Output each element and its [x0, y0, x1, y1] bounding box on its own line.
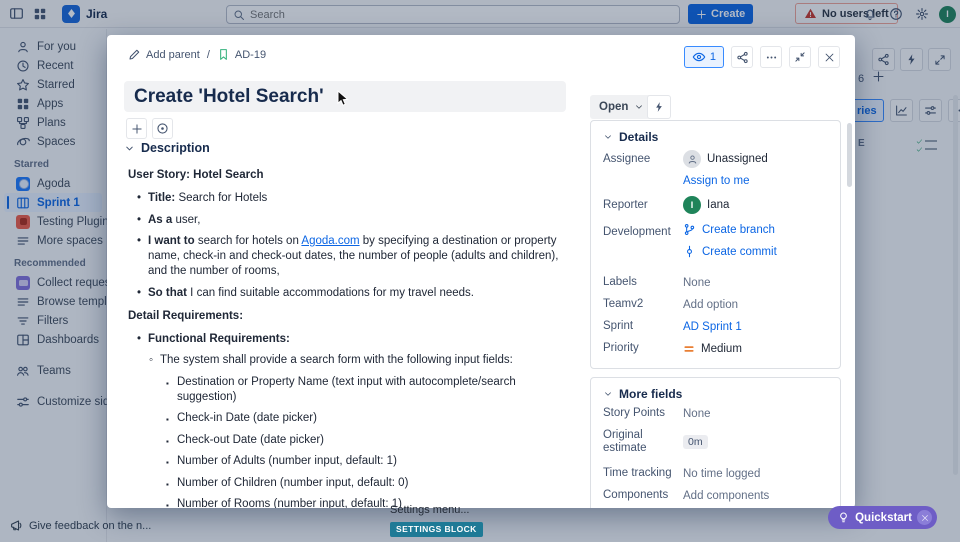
description-line: User Story: Hotel Search — [128, 169, 264, 181]
description-heading: Description — [141, 141, 210, 155]
add-content-button[interactable] — [126, 118, 147, 139]
share-icon — [736, 51, 749, 64]
chevron-down-icon — [124, 143, 135, 154]
components-field: Components Add components — [603, 489, 770, 502]
teamv2-value[interactable]: Add option — [683, 299, 738, 311]
chevron-down-icon — [603, 132, 613, 142]
quickstart-close-button[interactable] — [917, 510, 932, 525]
description-line: I want to search for hotels on Agoda.com… — [128, 234, 570, 279]
description-line: So that I can find suitable accommodatio… — [128, 286, 570, 301]
description-content[interactable]: User Story: Hotel Search Title: Search fo… — [128, 160, 570, 508]
time-tracking-value[interactable]: No time logged — [683, 468, 760, 480]
plus-icon — [131, 123, 143, 135]
jira-app: Jira Create No users left I For youRecen… — [0, 0, 960, 542]
apps-button[interactable] — [152, 118, 173, 139]
share-button[interactable] — [731, 46, 753, 68]
modal-scrollbar[interactable] — [847, 123, 852, 187]
issue-detail-modal: Add parent / AD-19 1 Create 'Hotel Searc… — [107, 35, 855, 508]
description-line: Detail Requirements: — [128, 309, 244, 322]
breadcrumb: Add parent / AD-19 — [128, 48, 266, 61]
create-branch-link[interactable]: Create branch — [683, 223, 828, 236]
description-line: Number of Rooms (number input, default: … — [128, 497, 570, 508]
mouse-cursor — [337, 89, 350, 113]
status-dropdown[interactable]: Open — [590, 95, 654, 119]
reporter-value[interactable]: I Iana — [683, 196, 729, 214]
sprint-field: Sprint AD Sprint 1 — [603, 320, 742, 333]
assignee-value[interactable]: Unassigned — [683, 150, 768, 168]
priority-value[interactable]: Medium — [683, 343, 742, 355]
watchers-count: 1 — [709, 51, 716, 63]
breadcrumb-separator: / — [206, 48, 210, 61]
settings-block-annotation: Settings menu... SETTINGS BLOCK — [390, 504, 483, 537]
collapse-icon — [794, 51, 806, 63]
details-panel: Details Assignee Unassigned Assign to me… — [590, 120, 841, 369]
description-line: As a user, — [128, 213, 570, 228]
more-fields-header[interactable]: More fields — [591, 378, 840, 407]
annotation-title: Settings menu... — [390, 504, 470, 516]
components-value[interactable]: Add components — [683, 490, 769, 502]
development-field: Development Create branch Create commit — [591, 223, 840, 267]
chevron-down-icon — [603, 389, 613, 399]
story-type-icon — [217, 48, 230, 61]
lightning-icon — [653, 101, 665, 113]
more-fields-heading: More fields — [619, 387, 683, 401]
reporter-field: Reporter I Iana — [591, 196, 840, 214]
eye-icon — [692, 50, 706, 64]
branch-icon — [683, 223, 696, 236]
watchers-button[interactable]: 1 — [683, 46, 724, 68]
priority-field: Priority Medium — [603, 342, 742, 355]
story-points-field: Story Points None — [603, 407, 711, 420]
close-modal-button[interactable] — [818, 46, 840, 68]
quickstart-label: Quickstart — [855, 511, 912, 524]
reporter-avatar: I — [683, 196, 701, 214]
create-commit-link[interactable]: Create commit — [683, 245, 828, 258]
details-heading: Details — [619, 130, 659, 144]
time-tracking-field: Time tracking No time logged — [603, 467, 761, 480]
issue-key-label: AD-19 — [234, 48, 267, 61]
pencil-icon — [128, 48, 141, 61]
exit-fullscreen-button[interactable] — [789, 46, 811, 68]
original-estimate-value[interactable]: 0m — [683, 435, 708, 449]
story-points-value[interactable]: None — [683, 408, 711, 420]
apps-icon — [156, 122, 169, 135]
description-line: Destination or Property Name (text input… — [128, 375, 570, 405]
assignee-field: Assignee Unassigned Assign to me — [591, 150, 840, 187]
unassigned-avatar-icon — [683, 150, 701, 168]
priority-medium-icon — [683, 343, 695, 355]
issue-title: Create 'Hotel Search' — [134, 85, 324, 107]
quickstart-button[interactable]: Quickstart — [828, 506, 937, 529]
more-actions-button[interactable] — [760, 46, 782, 68]
more-fields-panel: More fields Story Points None Original e… — [590, 377, 841, 508]
add-parent-button[interactable]: Add parent — [128, 48, 200, 61]
automation-button[interactable] — [647, 95, 671, 119]
assign-to-me-link[interactable]: Assign to me — [683, 175, 768, 187]
description-section-header[interactable]: Description — [124, 141, 210, 155]
agoda-link[interactable]: Agoda.com — [301, 235, 359, 247]
details-panel-header[interactable]: Details — [591, 121, 840, 150]
labels-value[interactable]: None — [683, 277, 711, 289]
ellipsis-icon — [765, 51, 778, 64]
description-line: The system shall provide a search form w… — [128, 353, 570, 368]
description-line: Number of Children (number input, defaul… — [128, 476, 570, 492]
lightbulb-icon — [837, 511, 850, 524]
chevron-down-icon — [634, 102, 644, 112]
sprint-value-link[interactable]: AD Sprint 1 — [683, 321, 742, 333]
issue-key-link[interactable]: AD-19 — [217, 48, 266, 61]
description-line: Check-out Date (date picker) — [128, 433, 570, 449]
add-parent-label: Add parent — [146, 48, 200, 61]
description-line: Check-in Date (date picker) — [128, 411, 570, 427]
commit-icon — [683, 245, 696, 258]
teamv2-field: Teamv2 Add option — [603, 298, 738, 311]
annotation-badge: SETTINGS BLOCK — [390, 521, 483, 537]
status-label: Open — [599, 101, 629, 113]
original-estimate-field: Original estimate 0m — [591, 429, 840, 455]
modal-actions: 1 — [683, 46, 840, 68]
description-line: Functional Requirements: — [128, 332, 570, 347]
labels-field: Labels None — [603, 276, 711, 289]
description-line: Number of Adults (number input, default:… — [128, 454, 570, 470]
close-icon — [824, 52, 835, 63]
title-toolbar — [126, 118, 173, 139]
description-line: Title: Search for Hotels — [128, 191, 570, 206]
